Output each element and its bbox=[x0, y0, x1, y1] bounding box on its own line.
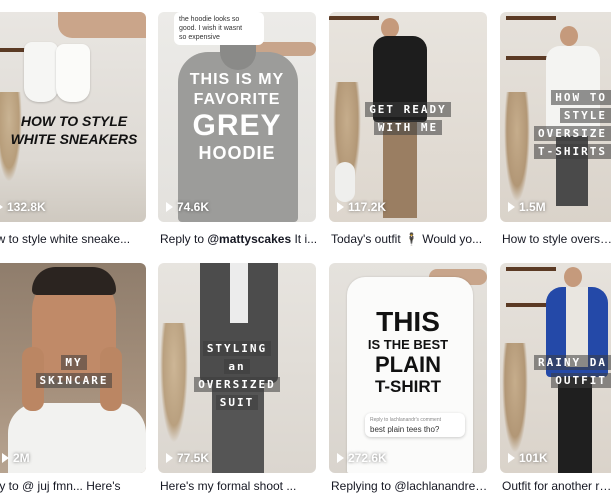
overlay-line: an bbox=[224, 359, 250, 374]
caption-text: Reply to bbox=[160, 232, 208, 246]
overlay-line: STYLING bbox=[202, 341, 272, 356]
video-thumbnail[interactable]: HOW TO STYLE OVERSIZE T-SHIRTS 1.5M bbox=[500, 12, 611, 222]
person-head bbox=[560, 26, 578, 46]
video-caption[interactable]: Outfit for another rai... bbox=[502, 479, 611, 495]
overlay-title: STYLING an OVERSIZED SUIT bbox=[158, 339, 316, 411]
view-count-value: 101K bbox=[519, 451, 548, 465]
caption-mention[interactable]: @mattyscakes bbox=[207, 232, 291, 246]
view-count: 1.5M bbox=[508, 200, 546, 214]
play-icon bbox=[0, 202, 3, 212]
overlay-line: OVERSIZED bbox=[194, 377, 280, 392]
view-count: 132.8K bbox=[0, 200, 46, 214]
overlay-line: SUIT bbox=[215, 395, 259, 410]
overlay-line: THIS IS MY bbox=[189, 71, 285, 88]
overlay-title: THIS IS THE BEST PLAIN T-SHIRT bbox=[329, 307, 487, 397]
overlay-line: HOW TO bbox=[551, 90, 611, 105]
overlay-line: GREY bbox=[192, 109, 282, 142]
overlay-line: MY bbox=[61, 355, 87, 370]
overlay-title: HOW TO STYLE OVERSIZE T-SHIRTS bbox=[500, 88, 611, 160]
video-caption[interactable]: ow to style white sneake... bbox=[0, 232, 148, 248]
overlay-line: OUTFIT bbox=[551, 373, 611, 388]
view-count-value: 132.8K bbox=[7, 200, 46, 214]
overlay-line: FAVORITE bbox=[193, 91, 281, 108]
video-thumbnail[interactable]: RAINY DA OUTFIT 101K bbox=[500, 263, 611, 473]
video-caption[interactable]: Reply to @mattyscakes It i... bbox=[160, 232, 318, 248]
trousers-image bbox=[383, 122, 417, 218]
play-icon bbox=[166, 202, 173, 212]
video-thumbnail[interactable]: STYLING an OVERSIZED SUIT 77.5K bbox=[158, 263, 316, 473]
view-count-value: 117.2K bbox=[348, 200, 387, 214]
overlay-line: RAINY DA bbox=[534, 355, 611, 370]
view-count: 117.2K bbox=[337, 200, 386, 214]
play-icon bbox=[337, 453, 344, 463]
view-count-value: 77.5K bbox=[177, 451, 210, 465]
bubble-line: the hoodie looks so bbox=[179, 16, 240, 23]
person-head bbox=[564, 267, 582, 287]
wall-shelf bbox=[329, 16, 379, 20]
shirt-image bbox=[230, 263, 248, 323]
video-caption[interactable]: How to style oversize bbox=[502, 232, 611, 248]
view-count: 77.5K bbox=[166, 451, 209, 465]
overlay-line: T-SHIRTS bbox=[534, 144, 611, 159]
video-thumbnail[interactable]: GET READY WITH ME 117.2K bbox=[329, 12, 487, 222]
overlay-line: WHITE SNEAKERS bbox=[10, 131, 138, 147]
bubble-line: so expensive bbox=[179, 34, 220, 41]
play-icon bbox=[166, 453, 173, 463]
bubble-line: good. I wish it wasnt bbox=[179, 25, 243, 32]
arm-image bbox=[58, 12, 146, 38]
video-thumbnail[interactable]: MY SKINCARE 2M bbox=[0, 263, 146, 473]
bubble-line: Reply to lachlanandr's comment bbox=[370, 417, 441, 423]
overlay-title: THIS IS MY FAVORITE GREY HOODIE bbox=[158, 70, 316, 164]
view-count-value: 1.5M bbox=[519, 200, 546, 214]
hair-image bbox=[32, 267, 116, 295]
video-caption[interactable]: Today's outfit 🕴 Would yo... bbox=[331, 232, 489, 248]
overlay-line: THIS bbox=[376, 306, 440, 337]
overlay-line: GET READY bbox=[365, 102, 451, 117]
view-count-value: 2M bbox=[13, 451, 30, 465]
overlay-title: MY SKINCARE bbox=[2, 353, 146, 389]
overlay-line: PLAIN bbox=[375, 352, 441, 377]
video-grid: HOW TO STYLE WHITE SNEAKERS 132.8K ow to… bbox=[0, 0, 611, 493]
comment-reply-bubble: Reply to lachlanandr's comment best plai… bbox=[365, 413, 465, 437]
play-icon bbox=[2, 453, 9, 463]
view-count: 101K bbox=[508, 451, 548, 465]
overlay-line: STYLE bbox=[559, 108, 611, 123]
comment-reply-bubble: the hoodie looks so good. I wish it wasn… bbox=[174, 12, 264, 45]
overlay-title: HOW TO STYLE WHITE SNEAKERS bbox=[2, 112, 146, 148]
view-count: 272.6K bbox=[337, 451, 387, 465]
view-count: 2M bbox=[2, 451, 30, 465]
overlay-line: OVERSIZE bbox=[534, 126, 611, 141]
play-icon bbox=[337, 202, 344, 212]
video-caption[interactable]: Here's my formal shoot ... bbox=[160, 479, 318, 495]
video-thumbnail[interactable]: THIS IS THE BEST PLAIN T-SHIRT Reply to … bbox=[329, 263, 487, 473]
caption-text: It i... bbox=[291, 232, 318, 246]
overlay-line: HOODIE bbox=[198, 143, 276, 163]
overlay-title: RAINY DA OUTFIT bbox=[500, 353, 611, 389]
video-caption[interactable]: Replying to @lachlanandrews f... bbox=[331, 479, 489, 495]
wall-shelf bbox=[506, 267, 556, 271]
view-count-value: 272.6K bbox=[348, 451, 387, 465]
bubble-line: best plain tees tho? bbox=[370, 425, 440, 434]
overlay-title: GET READY WITH ME bbox=[329, 100, 487, 136]
vase-image bbox=[335, 162, 355, 202]
person-head bbox=[381, 18, 399, 38]
video-thumbnail[interactable]: the hoodie looks so good. I wish it wasn… bbox=[158, 12, 316, 222]
video-caption[interactable]: nly to @ juj fmn... Here's bbox=[0, 479, 148, 495]
overlay-line: T-SHIRT bbox=[374, 377, 442, 396]
sneaker-image bbox=[56, 44, 90, 102]
video-thumbnail[interactable]: HOW TO STYLE WHITE SNEAKERS 132.8K bbox=[0, 12, 146, 222]
overlay-line: IS THE BEST bbox=[367, 337, 449, 352]
wall-shelf bbox=[506, 16, 556, 20]
overlay-line: SKINCARE bbox=[35, 373, 113, 388]
play-icon bbox=[508, 453, 515, 463]
sneaker-image bbox=[24, 42, 58, 102]
play-icon bbox=[508, 202, 515, 212]
trousers-image bbox=[558, 377, 592, 473]
view-count: 74.6K bbox=[166, 200, 209, 214]
overlay-line: HOW TO STYLE bbox=[20, 113, 128, 129]
view-count-value: 74.6K bbox=[177, 200, 210, 214]
overlay-line: WITH ME bbox=[373, 120, 443, 135]
